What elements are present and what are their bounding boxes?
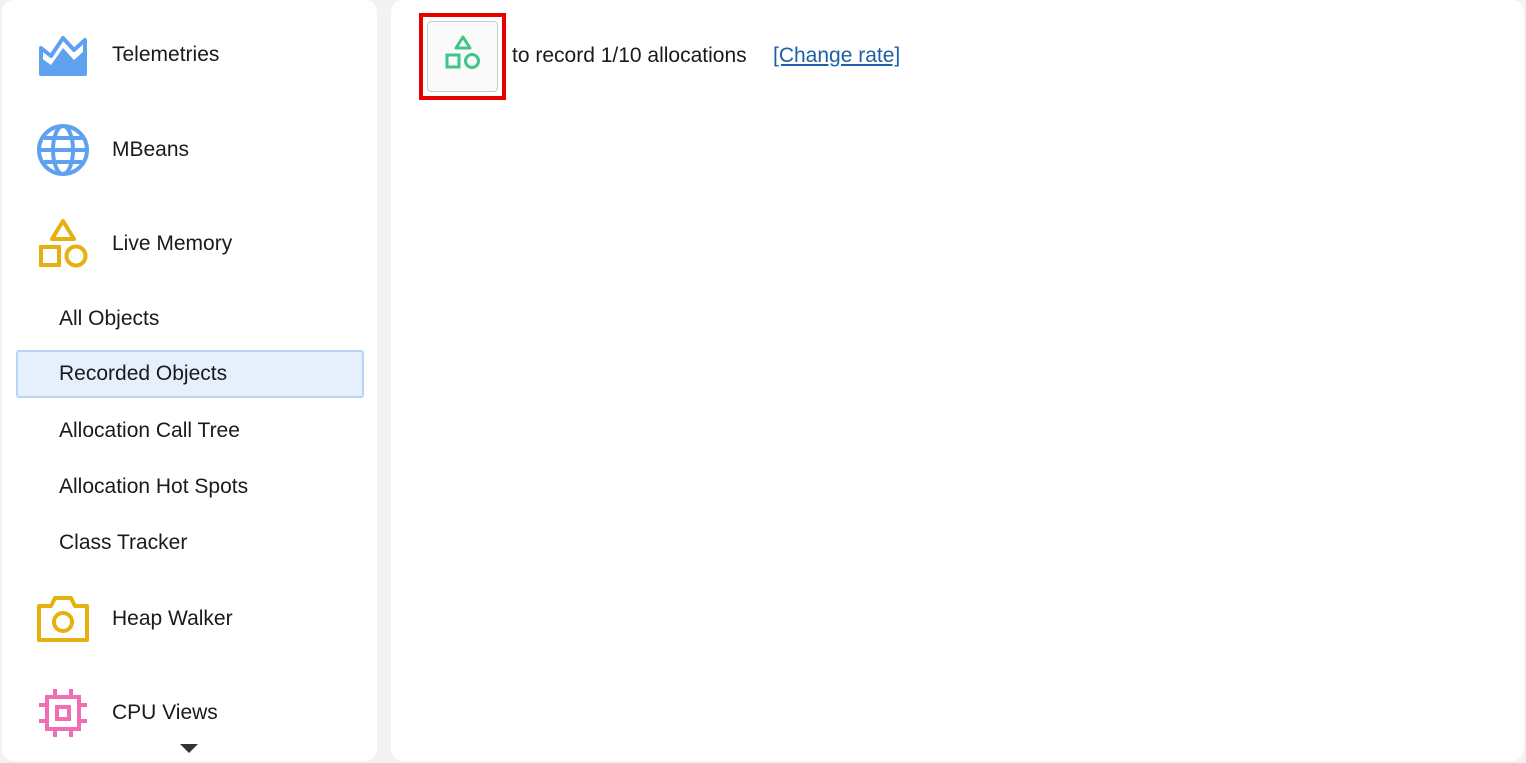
sidebar-item-allocation-call-tree[interactable]: Allocation Call Tree <box>16 407 364 455</box>
sidebar-item-class-tracker[interactable]: Class Tracker <box>16 519 364 567</box>
shapes-icon <box>443 34 483 79</box>
sidebar-section-live-memory[interactable]: Live Memory <box>2 204 377 284</box>
globe-icon <box>34 121 92 179</box>
sidebar-item-recorded-objects[interactable]: Recorded Objects <box>16 350 364 398</box>
sidebar-section-label: Heap Walker <box>112 607 233 630</box>
sidebar-section-label: MBeans <box>112 138 190 161</box>
sidebar-item-label: Recorded Objects <box>59 362 228 385</box>
sidebar: Telemetries MBeans Live Memory All Objec… <box>2 0 377 761</box>
sidebar-item-label: All Objects <box>59 307 160 330</box>
record-hint-text: to record 1/10 allocations <box>512 44 747 67</box>
sidebar-item-label: Allocation Call Tree <box>59 419 240 442</box>
sidebar-section-heap-walker[interactable]: Heap Walker <box>2 579 377 659</box>
shapes-icon <box>34 215 92 273</box>
sidebar-item-all-objects[interactable]: All Objects <box>16 295 364 343</box>
sidebar-item-allocation-hot-spots[interactable]: Allocation Hot Spots <box>16 463 364 511</box>
sidebar-item-label: Class Tracker <box>59 531 188 554</box>
sidebar-section-mbeans[interactable]: MBeans <box>2 110 377 190</box>
app-window: Telemetries MBeans Live Memory All Objec… <box>0 0 1526 763</box>
sidebar-section-label: Live Memory <box>112 232 233 255</box>
change-rate-link[interactable]: [Change rate] <box>773 44 900 68</box>
sidebar-section-telemetries[interactable]: Telemetries <box>2 15 377 95</box>
cpu-chip-icon <box>34 684 92 742</box>
sidebar-section-label: Telemetries <box>112 43 220 66</box>
sidebar-section-label: CPU Views <box>112 701 218 724</box>
main-panel <box>391 0 1524 761</box>
telemetries-chart-icon <box>34 26 92 84</box>
sidebar-section-cpu-views[interactable]: CPU Views <box>2 673 377 753</box>
camera-icon <box>34 590 92 648</box>
sidebar-item-label: Allocation Hot Spots <box>59 475 249 498</box>
record-allocations-button[interactable] <box>427 21 498 92</box>
chevron-down-icon[interactable] <box>180 744 198 753</box>
